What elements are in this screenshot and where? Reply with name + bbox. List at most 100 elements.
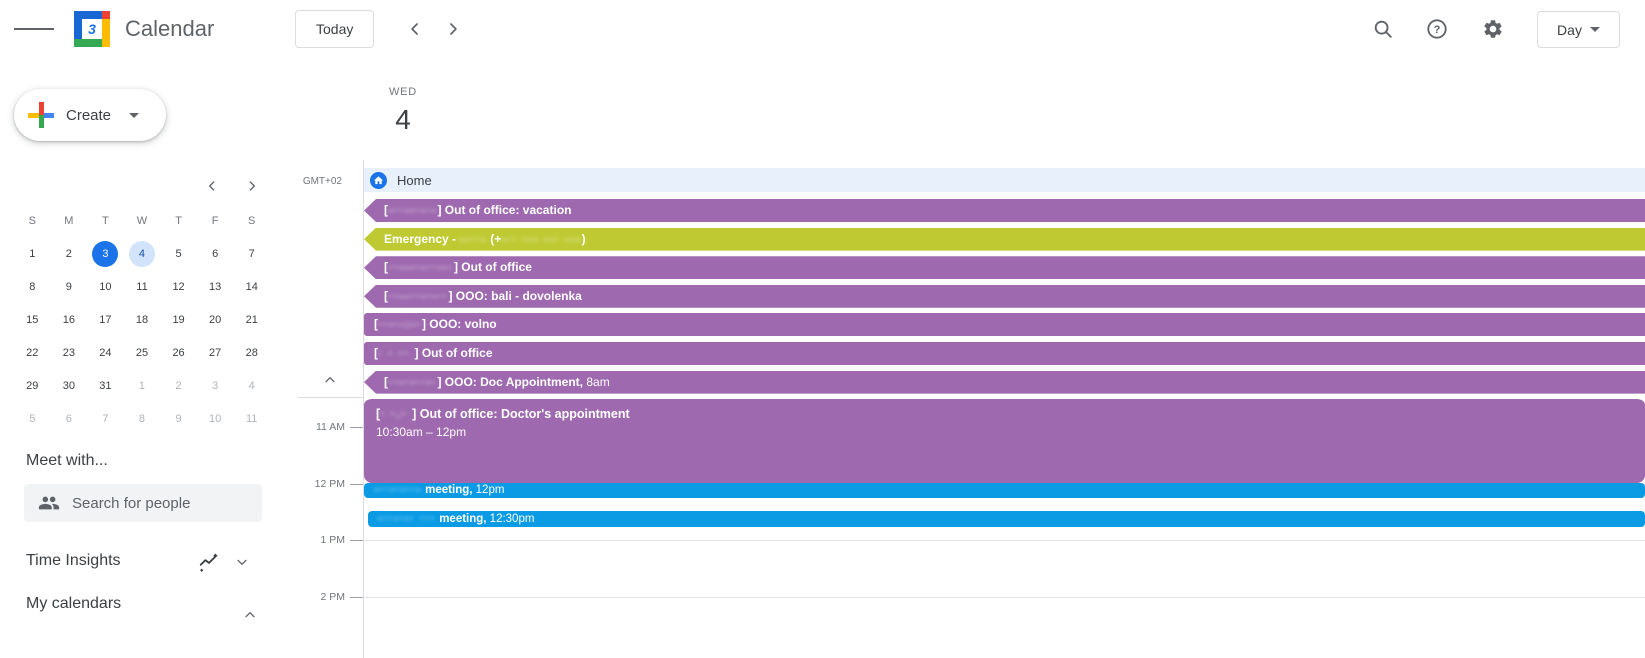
redacted-text: ··--··-·-·· — [388, 288, 449, 303]
insights-icon — [199, 553, 218, 572]
my-calendars-collapse-button[interactable] — [230, 595, 270, 635]
mini-calendar-weekday: T — [175, 214, 182, 227]
search-people-box[interactable] — [24, 484, 262, 522]
mini-calendar-day[interactable]: 10 — [92, 274, 118, 300]
event-title: -··-·-· ··· meeting, 12:30pm — [378, 511, 1635, 527]
google-plus-icon — [28, 102, 54, 128]
mini-calendar-cell: 22 — [14, 336, 51, 369]
all-day-event[interactable]: [··--··-·-··] OOO: bali - dovolenka — [364, 284, 1645, 308]
mini-calendar-day[interactable]: 28 — [239, 340, 265, 366]
mini-calendar-day[interactable]: 11 — [129, 274, 155, 300]
view-selector-dropdown[interactable]: Day — [1537, 11, 1620, 48]
settings-button[interactable] — [1473, 9, 1513, 49]
event-title-text: ] Out of office — [453, 260, 532, 275]
mini-calendar-day[interactable]: 3 — [92, 240, 119, 267]
mini-calendar-day[interactable]: 10 — [202, 406, 228, 432]
create-button[interactable]: Create — [14, 89, 166, 141]
mini-calendar-cell: 11 — [124, 270, 161, 303]
main-menu-icon[interactable] — [14, 9, 54, 49]
mini-calendar-day[interactable]: 20 — [202, 307, 228, 333]
mini-calendar-day[interactable]: 19 — [166, 307, 192, 333]
redacted-text: ··-·-··-· — [388, 374, 438, 389]
mini-calendar-day[interactable]: 23 — [56, 340, 82, 366]
mini-calendar-day[interactable]: 3 — [202, 373, 228, 399]
mini-calendar-next-button[interactable] — [236, 170, 268, 202]
create-button-label: Create — [66, 106, 112, 124]
mini-calendar-day[interactable]: 13 — [202, 274, 228, 300]
mini-calendar-day[interactable]: 1 — [19, 241, 45, 267]
house-glyph — [373, 175, 384, 184]
timed-event[interactable]: [· ·.· ] Out of office: Doctor's appoint… — [364, 397, 1645, 483]
mini-calendar-day[interactable]: 21 — [239, 307, 265, 333]
mini-calendar-day[interactable]: 16 — [56, 307, 82, 333]
event-title-text: ] Out of office — [414, 346, 493, 360]
search-people-input[interactable] — [72, 494, 242, 512]
mini-calendar-prev-button[interactable] — [196, 170, 228, 202]
working-location-chip[interactable]: Home — [364, 168, 1645, 192]
all-day-event[interactable]: [··-·-··-·] OOO: Doc Appointment, 8am — [364, 370, 1645, 394]
mini-calendar-cell: 12 — [160, 270, 197, 303]
all-day-event[interactable]: [· · ·· ] Out of office — [364, 342, 1645, 365]
mini-calendar-day[interactable]: 15 — [19, 307, 45, 333]
sidebar: Create S M T W T F S 1 2 3 4 5 6 7 8 9 10 11 12 13 14 15 16 17 1… — [0, 58, 290, 658]
mini-calendar-day[interactable]: 2 — [56, 241, 82, 267]
mini-calendar-day[interactable]: 29 — [19, 373, 45, 399]
mini-calendar-day[interactable]: 30 — [56, 373, 82, 399]
all-day-event[interactable]: [··-·-:-·] OOO: volno — [364, 313, 1645, 337]
mini-calendar-day[interactable]: 6 — [56, 406, 82, 432]
mini-calendar-day[interactable]: 14 — [239, 274, 265, 300]
mini-calendar-day[interactable]: 4 — [128, 240, 155, 267]
day-header[interactable]: WED 4 — [383, 86, 423, 136]
chevron-down-icon — [237, 559, 247, 565]
today-button[interactable]: Today — [295, 10, 375, 48]
timed-event[interactable]: -··-·-· ··· meeting, 12:30pm — [368, 511, 1645, 527]
mini-calendar-cell: 19 — [160, 303, 197, 336]
mini-calendar-day[interactable]: 12 — [166, 274, 192, 300]
mini-calendar-day[interactable]: 24 — [92, 340, 118, 366]
mini-calendar-day[interactable]: 6 — [202, 241, 228, 267]
mini-calendar-day[interactable]: 7 — [239, 241, 265, 267]
event-title-text: ] OOO: bali - dovolenka — [448, 288, 582, 303]
mini-calendar-day[interactable]: 1 — [129, 373, 155, 399]
mini-calendar-day[interactable]: 22 — [19, 340, 45, 366]
mini-calendar-day[interactable]: 2 — [166, 373, 192, 399]
previous-day-button[interactable] — [395, 9, 435, 49]
mini-calendar-cell: 7 — [233, 237, 270, 270]
all-day-event[interactable]: [-··--·-·-] Out of office: vacation — [364, 199, 1645, 222]
help-button[interactable]: ? — [1417, 9, 1457, 49]
google-calendar-app: 3 Calendar Today ? Day Create S M T W T … — [0, 0, 1645, 658]
mini-calendar-cell: 26 — [160, 336, 197, 369]
mini-calendar-day[interactable]: 8 — [129, 406, 155, 432]
mini-calendar-day[interactable]: 27 — [202, 340, 228, 366]
calendar-logo-icon: 3 — [74, 11, 110, 47]
all-day-event[interactable]: [··---·-··--·] Out of office — [364, 256, 1645, 280]
mini-calendar-day[interactable]: 5 — [19, 406, 45, 432]
mini-calendar: S M T W T F S 1 2 3 4 5 6 7 8 9 10 11 12 13 14 15 16 17 18 19 20 21… — [14, 204, 270, 435]
mini-calendar-day[interactable]: 4 — [239, 373, 265, 399]
mini-calendar-weekday: T — [102, 214, 109, 227]
mini-calendar-day[interactable]: 9 — [166, 406, 192, 432]
event-title-text: 12pm — [472, 484, 505, 496]
mini-calendar-cell: 8 — [124, 402, 161, 435]
mini-calendar-day[interactable]: 5 — [166, 241, 192, 267]
mini-calendar-weekday: F — [211, 214, 219, 227]
hamburger-bar — [27, 28, 41, 30]
collapse-all-day-button[interactable] — [316, 366, 344, 394]
event-title-text: ] OOO: volno — [421, 317, 497, 332]
mini-calendar-day[interactable]: 11 — [239, 406, 265, 432]
time-insights-collapse-button[interactable] — [226, 546, 258, 578]
all-day-event[interactable]: Emergency - --··- (+-·· ·-- --· ---) — [364, 227, 1645, 251]
mini-calendar-day[interactable]: 25 — [129, 340, 155, 366]
redacted-text: · ·.· — [380, 407, 413, 421]
mini-calendar-day[interactable]: 18 — [129, 307, 155, 333]
mini-calendar-day[interactable]: 7 — [92, 406, 118, 432]
search-button[interactable] — [1363, 9, 1403, 49]
mini-calendar-day[interactable]: 17 — [92, 307, 118, 333]
mini-calendar-day[interactable]: 26 — [166, 340, 192, 366]
redacted-text: ··---·-··--· — [388, 260, 454, 275]
next-day-button[interactable] — [433, 9, 473, 49]
mini-calendar-day[interactable]: 8 — [19, 274, 45, 300]
timed-event[interactable]: -··-·-··- meeting, 12pm — [364, 483, 1645, 498]
mini-calendar-day[interactable]: 9 — [56, 274, 82, 300]
mini-calendar-day[interactable]: 31 — [92, 373, 118, 399]
